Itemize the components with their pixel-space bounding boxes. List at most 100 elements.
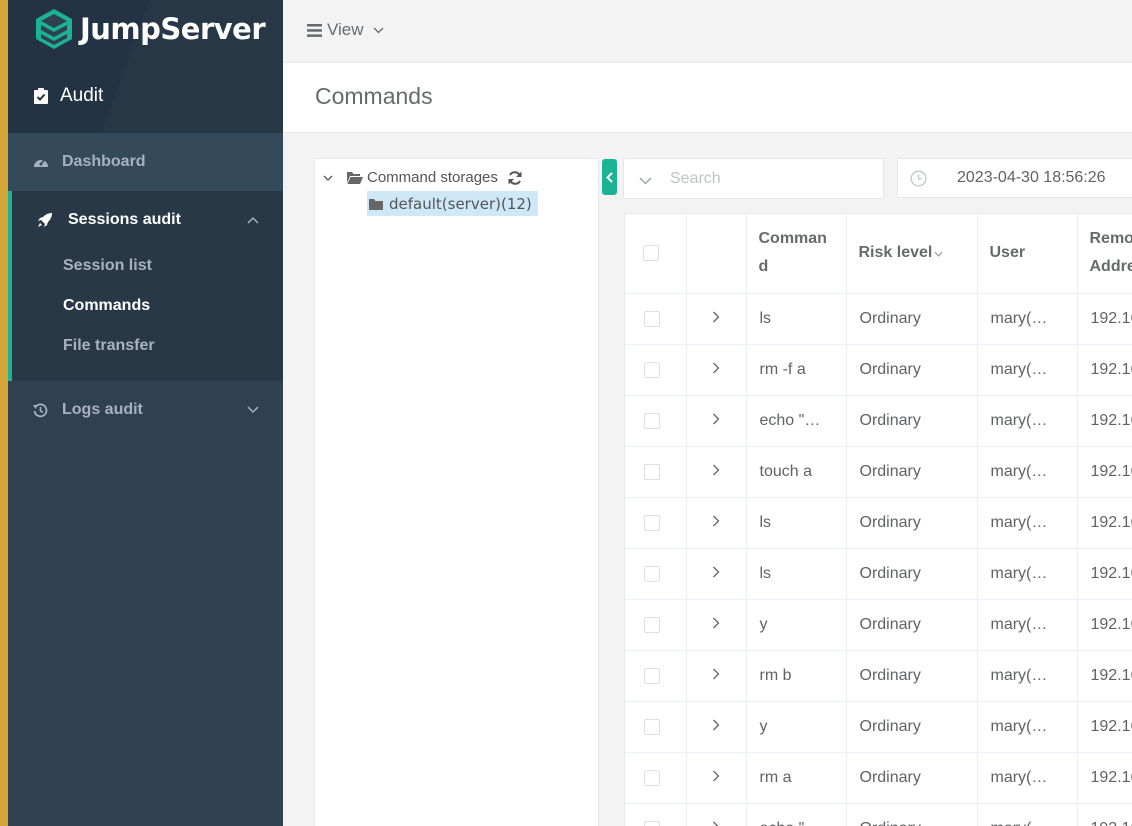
collapse-tree-button[interactable] [602, 159, 617, 195]
date-range-picker[interactable]: 2023-04-30 18:56:26 [897, 158, 1132, 198]
row-checkbox[interactable] [644, 463, 660, 480]
chevron-up-icon [247, 216, 259, 224]
chevron-right-icon[interactable] [712, 566, 720, 578]
topbar: View [283, 0, 1132, 63]
table-row[interactable]: rm aOrdinarymary(…192.16 [625, 752, 1132, 804]
refresh-icon[interactable] [507, 170, 523, 186]
column-header-command[interactable]: Comman d [746, 214, 847, 294]
cell-remote-address: 192.16 [1077, 446, 1132, 498]
view-menu-button[interactable]: View [307, 20, 384, 40]
row-checkbox[interactable] [644, 514, 660, 531]
chevron-right-icon[interactable] [712, 719, 720, 731]
cell-command[interactable]: touch a [746, 446, 847, 498]
cell-command[interactable]: ls [746, 293, 847, 345]
table-row[interactable]: rm bOrdinarymary(…192.16 [625, 650, 1132, 702]
cell-command[interactable]: y [746, 701, 847, 753]
rocket-icon [38, 213, 52, 227]
chevron-down-icon [373, 27, 384, 33]
table-row[interactable]: lsOrdinarymary(…192.16 [625, 497, 1132, 549]
cell-user: mary(… [977, 803, 1078, 826]
select-all-checkbox[interactable] [643, 245, 659, 262]
menu-icon [307, 23, 322, 37]
row-checkbox[interactable] [644, 310, 660, 327]
nav-sessions-audit: Sessions audit Session list Commands Fil… [8, 191, 283, 381]
chevron-right-icon[interactable] [712, 515, 720, 527]
sidebar-item-session-list[interactable]: Session list [63, 257, 152, 275]
row-checkbox[interactable] [644, 769, 660, 786]
tree-root[interactable]: Command storages [323, 169, 523, 186]
row-select-cell [625, 701, 687, 753]
caret-down-icon[interactable] [323, 175, 333, 181]
cell-command[interactable]: y [746, 599, 847, 651]
tree-node-default-server[interactable]: default(server)(12) [367, 191, 538, 216]
row-checkbox[interactable] [644, 667, 660, 684]
cell-command[interactable]: rm -f a [746, 344, 847, 396]
row-expand-cell [686, 701, 747, 753]
column-header-risk-level[interactable]: Risk level [846, 214, 978, 294]
cell-command[interactable]: echo "… [746, 395, 847, 447]
chevron-right-icon[interactable] [712, 413, 720, 425]
chevron-right-icon[interactable] [712, 668, 720, 680]
sidebar: JumpServer Audit Dashboard Sessions audi… [8, 0, 283, 826]
table-row[interactable]: yOrdinarymary(…192.16 [625, 701, 1132, 753]
cell-command[interactable]: rm b [746, 650, 847, 702]
row-select-cell [625, 599, 687, 651]
column-header-remote-address[interactable]: Remo Addre [1077, 214, 1132, 294]
accent-strip [0, 0, 8, 826]
search-input[interactable] [670, 167, 870, 191]
nav-dashboard[interactable]: Dashboard [8, 133, 283, 191]
cell-user: mary(… [977, 548, 1078, 600]
row-expand-cell [686, 803, 747, 826]
chevron-right-icon[interactable] [712, 821, 720, 826]
table-row[interactable]: lsOrdinarymary(…192.16 [625, 293, 1132, 345]
module-switcher[interactable]: Audit [34, 85, 103, 107]
chevron-right-icon[interactable] [712, 617, 720, 629]
cell-user: mary(… [977, 701, 1078, 753]
sidebar-item-file-transfer[interactable]: File transfer [63, 337, 155, 355]
search-box[interactable] [623, 158, 884, 199]
table-row[interactable]: rm -f aOrdinarymary(…192.16 [625, 344, 1132, 396]
table-row[interactable]: touch aOrdinarymary(…192.16 [625, 446, 1132, 498]
row-checkbox[interactable] [644, 718, 660, 735]
cell-risk-level: Ordinary [846, 548, 978, 600]
cell-risk-level: Ordinary [846, 395, 978, 447]
cell-user: mary(… [977, 446, 1078, 498]
table-row[interactable]: lsOrdinarymary(…192.16 [625, 548, 1132, 600]
table-header-row: Comman d Risk level User Remo Addre [625, 214, 1132, 294]
chevron-left-icon [606, 171, 613, 183]
logo[interactable]: JumpServer [34, 8, 266, 50]
row-expand-cell [686, 650, 747, 702]
chevron-right-icon[interactable] [712, 362, 720, 374]
row-checkbox[interactable] [644, 820, 660, 826]
expand-header [686, 214, 747, 294]
row-checkbox[interactable] [644, 412, 660, 429]
column-header-user[interactable]: User [977, 214, 1078, 294]
folder-open-icon [347, 172, 363, 184]
sidebar-item-commands[interactable]: Commands [63, 297, 150, 315]
chevron-right-icon[interactable] [712, 464, 720, 476]
cell-command[interactable]: rm a [746, 752, 847, 804]
nav-sessions-audit-header[interactable]: Sessions audit [12, 191, 283, 249]
tree-root-label: Command storages [367, 169, 498, 186]
chevron-right-icon[interactable] [712, 770, 720, 782]
cell-remote-address: 192.16 [1077, 497, 1132, 549]
table-row[interactable]: yOrdinarymary(…192.16 [625, 599, 1132, 651]
sort-down-icon[interactable] [934, 251, 943, 258]
cell-command[interactable]: ls [746, 548, 847, 600]
row-checkbox[interactable] [644, 565, 660, 582]
row-checkbox[interactable] [644, 616, 660, 633]
date-start[interactable]: 2023-04-30 18:56:26 [957, 169, 1106, 187]
table-row[interactable]: echo "…Ordinarymary(…192.16 [625, 395, 1132, 447]
row-checkbox[interactable] [644, 361, 660, 378]
select-all-cell [625, 214, 687, 294]
table-row[interactable]: echo "Ordinarymary(…192.16 [625, 803, 1132, 826]
cell-command[interactable]: ls [746, 497, 847, 549]
cell-risk-level: Ordinary [846, 599, 978, 651]
chevron-down-icon[interactable] [639, 177, 652, 185]
cell-user: mary(… [977, 344, 1078, 396]
cell-risk-level: Ordinary [846, 803, 978, 826]
chevron-down-icon [247, 406, 259, 414]
nav-logs-audit[interactable]: Logs audit [8, 381, 283, 439]
chevron-right-icon[interactable] [712, 311, 720, 323]
cell-command[interactable]: echo " [746, 803, 847, 826]
